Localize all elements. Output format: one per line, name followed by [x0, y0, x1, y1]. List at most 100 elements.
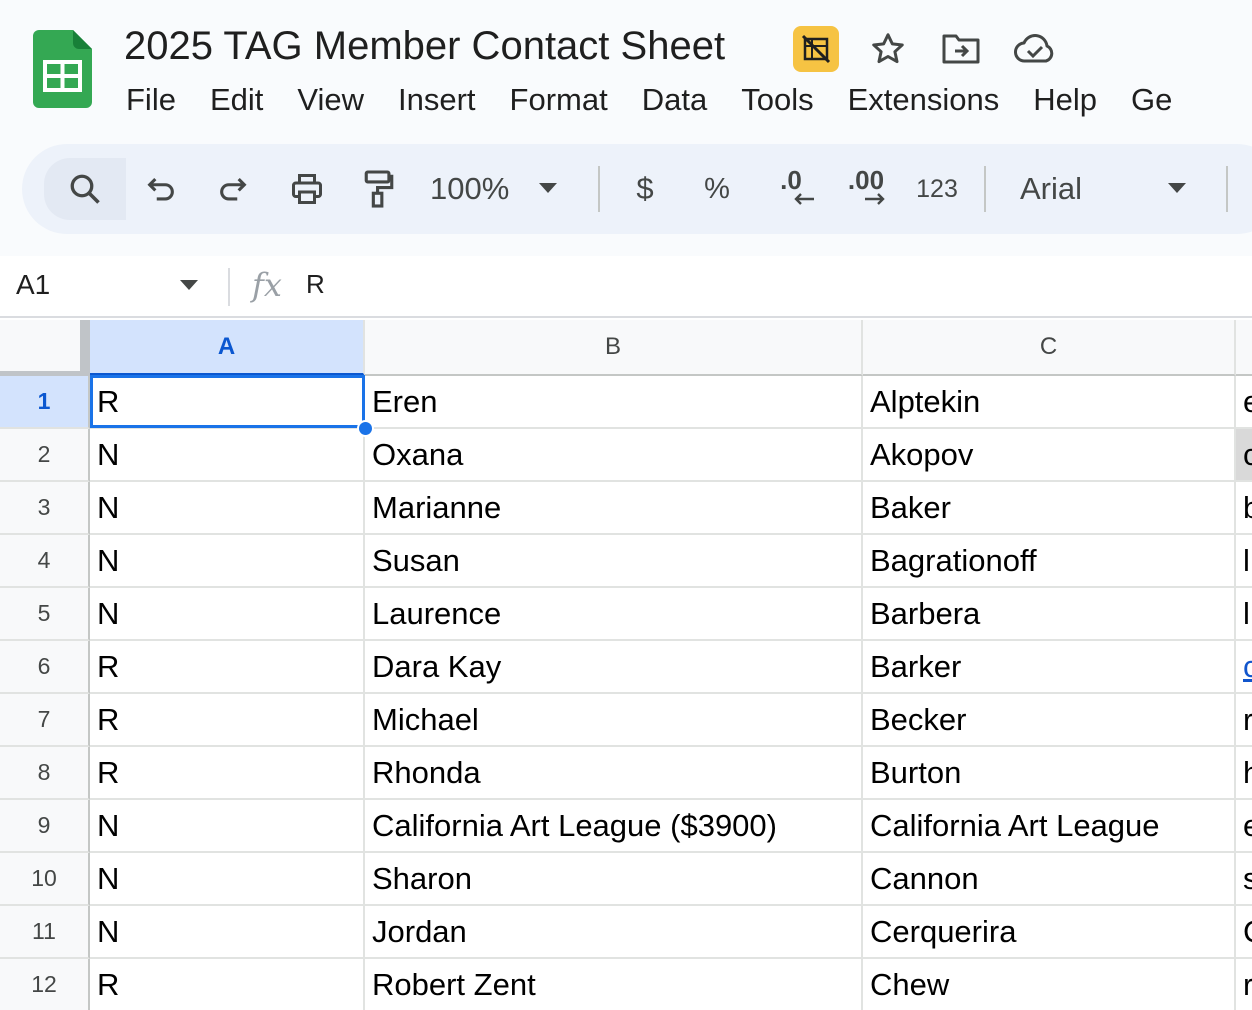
percent-format-button[interactable]: %	[696, 144, 738, 234]
cell-a2[interactable]: N	[90, 429, 365, 482]
row-header-4[interactable]: 4	[0, 535, 90, 588]
cell-d2[interactable]: c	[1236, 429, 1252, 482]
menu-tools[interactable]: Tools	[724, 78, 830, 122]
cell-c2[interactable]: Akopov	[863, 429, 1236, 482]
cell-a11[interactable]: N	[90, 906, 365, 959]
cell-b12[interactable]: Robert Zent	[365, 959, 863, 1010]
cell-b2[interactable]: Oxana	[365, 429, 863, 482]
increase-decimal-button[interactable]: .00	[838, 144, 894, 234]
cell-d6[interactable]: c	[1236, 641, 1252, 694]
cell-b1[interactable]: Eren	[365, 376, 863, 429]
move-to-folder-icon[interactable]	[938, 26, 984, 72]
menu-view[interactable]: View	[280, 78, 381, 122]
row-header-1[interactable]: 1	[0, 376, 90, 429]
cell-a6[interactable]: R	[90, 641, 365, 694]
row-header-7[interactable]: 7	[0, 694, 90, 747]
cell-d9[interactable]: e	[1236, 800, 1252, 853]
cell-c12[interactable]: Chew	[863, 959, 1236, 1010]
cell-a3[interactable]: N	[90, 482, 365, 535]
cell-c5[interactable]: Barbera	[863, 588, 1236, 641]
font-select[interactable]: Arial	[1020, 144, 1212, 234]
cell-a1[interactable]: R	[90, 376, 365, 429]
star-icon[interactable]	[865, 26, 911, 72]
menu-file[interactable]: File	[109, 78, 193, 122]
no-offline-icon[interactable]	[793, 26, 839, 72]
decrease-decimal-button[interactable]: .0	[766, 144, 816, 234]
print-button[interactable]	[284, 144, 330, 234]
menu-insert[interactable]: Insert	[381, 78, 493, 122]
cell-b8[interactable]: Rhonda	[365, 747, 863, 800]
cell-d1[interactable]: e	[1236, 376, 1252, 429]
cell-a7[interactable]: R	[90, 694, 365, 747]
cell-c11[interactable]: Cerquerira	[863, 906, 1236, 959]
cell-c9[interactable]: California Art League	[863, 800, 1236, 853]
cell-b11[interactable]: Jordan	[365, 906, 863, 959]
currency-format-button[interactable]: $	[626, 144, 664, 234]
cell-c1[interactable]: Alptekin	[863, 376, 1236, 429]
cell-c6[interactable]: Barker	[863, 641, 1236, 694]
cell-a9[interactable]: N	[90, 800, 365, 853]
undo-button[interactable]	[138, 144, 184, 234]
cell-b10[interactable]: Sharon	[365, 853, 863, 906]
row-header-12[interactable]: 12	[0, 959, 90, 1010]
cell-b9[interactable]: California Art League ($3900)	[365, 800, 863, 853]
menu-format[interactable]: Format	[493, 78, 625, 122]
cell-d8[interactable]: h	[1236, 747, 1252, 800]
menu-edit[interactable]: Edit	[193, 78, 280, 122]
row-header-11[interactable]: 11	[0, 906, 90, 959]
name-box[interactable]: A1	[16, 268, 50, 302]
row-header-2[interactable]: 2	[0, 429, 90, 482]
cell-d7[interactable]: r	[1236, 694, 1252, 747]
row-header-3[interactable]: 3	[0, 482, 90, 535]
cell-d10[interactable]: s	[1236, 853, 1252, 906]
cell-a12[interactable]: R	[90, 959, 365, 1010]
chevron-down-icon[interactable]	[180, 280, 198, 290]
document-title[interactable]: 2025 TAG Member Contact Sheet	[124, 22, 725, 70]
cell-c8[interactable]: Burton	[863, 747, 1236, 800]
formula-input[interactable]: R	[306, 268, 325, 300]
cell-b4[interactable]: Susan	[365, 535, 863, 588]
cell-b5[interactable]: Laurence	[365, 588, 863, 641]
cell-d4[interactable]: l	[1236, 535, 1252, 588]
more-formats-button[interactable]: 123	[912, 144, 962, 234]
menu-data[interactable]: Data	[625, 78, 724, 122]
search-menus-button[interactable]	[44, 158, 126, 220]
menu-help[interactable]: Help	[1016, 78, 1114, 122]
sheets-logo-icon[interactable]	[33, 30, 92, 108]
row-header-10[interactable]: 10	[0, 853, 90, 906]
cell-b3[interactable]: Marianne	[365, 482, 863, 535]
fill-handle[interactable]	[357, 420, 374, 437]
cell-b6[interactable]: Dara Kay	[365, 641, 863, 694]
cell-b7[interactable]: Michael	[365, 694, 863, 747]
row-header-8[interactable]: 8	[0, 747, 90, 800]
column-header-a[interactable]: A	[90, 320, 365, 376]
column-header-c[interactable]: C	[863, 320, 1236, 376]
cell-c4[interactable]: Bagrationoff	[863, 535, 1236, 588]
row-header-5[interactable]: 5	[0, 588, 90, 641]
cell-d5[interactable]: l	[1236, 588, 1252, 641]
cell-c3[interactable]: Baker	[863, 482, 1236, 535]
column-header-d[interactable]	[1236, 320, 1252, 376]
cell-c10[interactable]: Cannon	[863, 853, 1236, 906]
select-all-corner[interactable]	[0, 320, 90, 376]
zoom-select[interactable]: 100%	[430, 144, 580, 234]
redo-icon	[220, 177, 247, 201]
cell-d12[interactable]: r	[1236, 959, 1252, 1010]
cell-a8[interactable]: R	[90, 747, 365, 800]
column-header-b[interactable]: B	[365, 320, 863, 376]
cell-d11[interactable]: C	[1236, 906, 1252, 959]
cell-a4[interactable]: N	[90, 535, 365, 588]
cell-c7[interactable]: Becker	[863, 694, 1236, 747]
row-header-9[interactable]: 9	[0, 800, 90, 853]
cell-d3[interactable]: b	[1236, 482, 1252, 535]
cloud-saved-icon[interactable]	[1012, 26, 1058, 72]
menu-gemini[interactable]: Ge	[1114, 78, 1189, 122]
redo-button[interactable]	[210, 144, 256, 234]
cell-a5[interactable]: N	[90, 588, 365, 641]
cell-a10[interactable]: N	[90, 853, 365, 906]
spreadsheet-grid[interactable]: A B C 1RErenAlptekine2NOxanaAkopovc3NMar…	[0, 320, 1252, 1010]
menu-extensions[interactable]: Extensions	[831, 78, 1017, 122]
row-header-6[interactable]: 6	[0, 641, 90, 694]
paint-format-button[interactable]	[356, 144, 402, 234]
toolbar-divider	[984, 166, 986, 212]
